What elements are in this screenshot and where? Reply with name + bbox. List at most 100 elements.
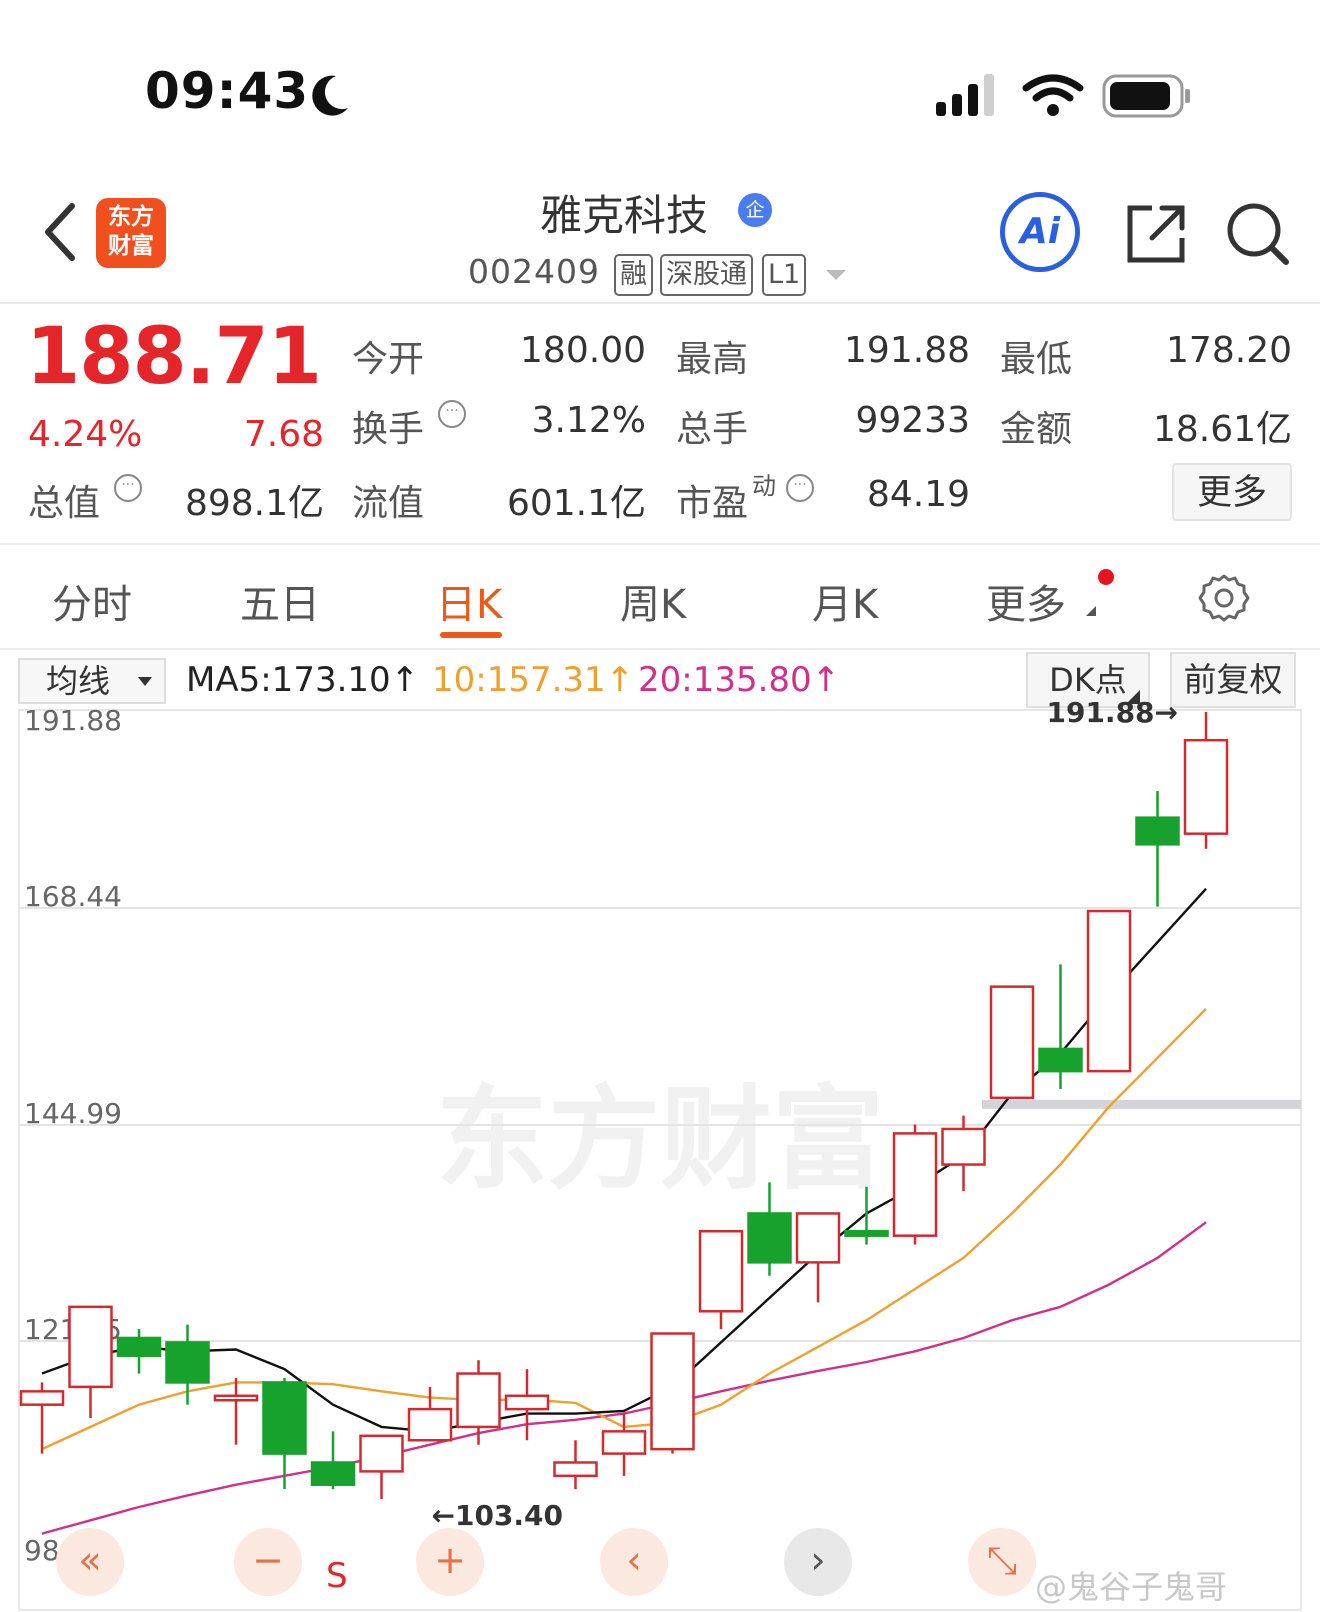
open-label: 今开 (352, 339, 425, 380)
pe-label: 市盈 (676, 483, 749, 524)
volume-label: 总手 (676, 409, 749, 450)
notification-dot (1098, 569, 1114, 585)
low-price-label: ←103.40 (432, 1499, 564, 1532)
indicator-select[interactable]: 均线 (18, 658, 166, 704)
candle-up (504, 1369, 550, 1441)
candle-up (553, 1440, 598, 1490)
candle-down (116, 1329, 162, 1374)
moon-icon (312, 75, 348, 116)
header-divider (0, 302, 1320, 304)
cellular-signal-icon (936, 74, 994, 116)
turnover-info-icon[interactable]: ··· (438, 400, 466, 428)
share-icon[interactable] (1124, 202, 1188, 266)
pe-value: 84.19 (866, 474, 970, 515)
candle-up (359, 1434, 404, 1499)
quote-divider (0, 543, 1320, 545)
tag-level1: L1 (762, 254, 807, 296)
candle-body (165, 1341, 210, 1384)
zoom-in-button[interactable]: + (416, 1528, 484, 1596)
candle-up (795, 1212, 841, 1303)
stock-code: 002409 (468, 252, 600, 291)
candle-up (989, 985, 1035, 1100)
float-cap-label: 流值 (352, 483, 425, 524)
high-value: 191.88 (844, 330, 970, 371)
enterprise-badge: 企 (738, 193, 772, 227)
ma20-readout: 20:135.80↑ (638, 660, 841, 700)
candle-body (310, 1461, 356, 1486)
high-label: 最高 (676, 339, 749, 380)
low-value: 178.20 (1166, 330, 1292, 371)
tab-monthly-k[interactable]: 月K (812, 572, 878, 630)
amount-value: 18.61亿 (1152, 409, 1292, 450)
candle-body (407, 1407, 453, 1442)
candle-up (68, 1305, 113, 1419)
candle-up (650, 1332, 695, 1454)
tab-weekly-k[interactable]: 周K (620, 572, 686, 630)
support-band (982, 1099, 1301, 1109)
ma10-readout: 10:157.31↑ (432, 660, 635, 700)
tab-more-corner-icon (1086, 606, 1096, 616)
fullscreen-expand-icon[interactable]: ⤡ (968, 1528, 1036, 1596)
scroll-left-button[interactable]: ‹ (600, 1528, 668, 1596)
candle-body (1135, 816, 1180, 846)
tabs-divider (0, 648, 1320, 650)
y-tick-label: 168.44 (24, 880, 122, 913)
high-price-label: 191.88→ (1046, 700, 1178, 729)
kline-chart[interactable]: 东方财富 191.88168.44144.99121.5598.11 191.8… (0, 700, 1320, 1612)
candle-body (989, 985, 1035, 1100)
tab-more[interactable]: 更多 (986, 572, 1066, 630)
candle-up (456, 1360, 501, 1445)
candle-body (1038, 1047, 1083, 1073)
candle-body (1183, 738, 1229, 835)
candle-body (941, 1127, 986, 1166)
candle-down (1135, 790, 1180, 907)
scroll-right-button[interactable]: › (784, 1528, 852, 1596)
ai-assistant-button[interactable]: Ai (1000, 192, 1080, 272)
status-time: 09:43 (145, 62, 310, 120)
settings-gear-icon[interactable] (1198, 572, 1250, 624)
candle-down (310, 1431, 356, 1490)
candle-down (1038, 964, 1083, 1089)
market-cap-info-icon[interactable]: ··· (114, 474, 142, 502)
candle-body (698, 1229, 744, 1313)
ma5-readout: MA5:173.10↑ (186, 660, 420, 700)
last-price: 188.71 (26, 312, 322, 402)
app-logo[interactable]: 东方 财富 (96, 198, 166, 268)
candle-body (650, 1332, 695, 1451)
chart-watermark: 东方财富 (436, 1077, 884, 1202)
low-label: 最低 (1000, 339, 1073, 380)
change-percent: 4.24% (28, 414, 143, 455)
y-tick-label: 191.88 (24, 704, 122, 737)
tab-five-day[interactable]: 五日 (240, 572, 320, 630)
back-chevron-icon[interactable] (40, 200, 80, 264)
market-cap-value: 898.1亿 (184, 483, 324, 524)
market-cap-label: 总值 (28, 483, 101, 524)
change-amount: 7.68 (243, 414, 324, 455)
candle-body (1086, 909, 1132, 1073)
tab-intraday[interactable]: 分时 (52, 572, 132, 630)
tag-shenzhen-connect: 深股通 (660, 254, 753, 296)
search-icon[interactable] (1224, 200, 1292, 268)
candle-body (262, 1381, 307, 1455)
float-cap-value: 601.1亿 (506, 483, 646, 524)
candle-body (747, 1212, 792, 1264)
amount-label: 金额 (1000, 409, 1073, 450)
battery-icon (1102, 74, 1190, 118)
sell-signal-marker: S (326, 1556, 348, 1596)
candle-body (213, 1394, 259, 1402)
active-tab-indicator (440, 632, 502, 638)
candle-up (1086, 909, 1132, 1073)
scroll-far-left-button[interactable]: « (56, 1528, 124, 1596)
wifi-icon (1022, 74, 1084, 116)
pe-dynamic-mark: 动 (752, 472, 776, 500)
y-tick-label: 144.99 (24, 1097, 122, 1130)
candle-body (844, 1229, 889, 1237)
candle-body (795, 1212, 841, 1264)
weibo-watermark: @鬼谷子鬼哥 (1035, 1568, 1228, 1606)
stock-switch-dropdown-icon[interactable] (826, 270, 846, 280)
zoom-out-button[interactable]: − (234, 1528, 302, 1596)
candle-body (601, 1430, 647, 1455)
tab-daily-k[interactable]: 日K (436, 572, 502, 630)
volume-value: 99233 (855, 400, 970, 441)
more-quote-button[interactable]: 更多 (1172, 463, 1292, 521)
